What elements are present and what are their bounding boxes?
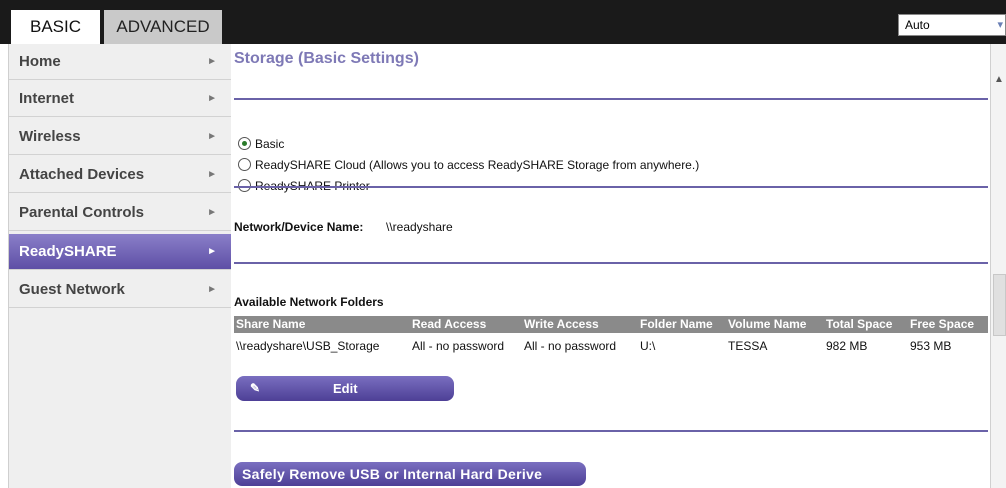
sidebar-item-attached-devices[interactable]: Attached Devices ► <box>9 157 231 193</box>
radio-basic[interactable]: Basic <box>238 136 284 152</box>
table-cell: \\readyshare\USB_Storage <box>236 339 380 353</box>
sidebar-item-label: Internet <box>19 90 75 107</box>
sidebar-item-guest-network[interactable]: Guest Network ► <box>9 272 231 308</box>
chevron-right-icon: ► <box>207 131 217 142</box>
radio-label: ReadySHARE Cloud (Allows you to access R… <box>255 158 700 172</box>
table-cell: 982 MB <box>826 339 868 353</box>
column-header: Write Access <box>524 317 599 331</box>
table-cell: TESSA <box>728 339 768 353</box>
divider <box>234 430 988 432</box>
sidebar: Home ► Internet ► Wireless ► Attached De… <box>8 44 231 488</box>
table-cell: All - no password <box>412 339 505 353</box>
sidebar-item-label: Parental Controls <box>19 204 145 221</box>
chevron-right-icon: ► <box>207 246 217 257</box>
edit-button[interactable]: ✎ Edit <box>236 376 454 401</box>
scrollbar[interactable]: ▲ <box>990 44 1006 488</box>
sidebar-item-label: ReadySHARE <box>19 243 117 260</box>
sidebar-item-label: Attached Devices <box>19 166 145 183</box>
chevron-right-icon: ► <box>207 93 217 104</box>
tab-advanced[interactable]: ADVANCED <box>104 10 222 44</box>
chevron-up-icon[interactable]: ▲ <box>994 74 1004 85</box>
table-cell: U:\ <box>640 339 656 353</box>
table-cell: All - no password <box>524 339 617 353</box>
divider <box>234 262 988 264</box>
column-header: Free Space <box>910 317 975 331</box>
table-cell: 953 MB <box>910 339 952 353</box>
column-header: Folder Name <box>640 317 713 331</box>
tab-basic[interactable]: BASIC <box>11 10 100 44</box>
language-select[interactable]: Auto ▾ <box>898 14 1006 36</box>
main-content: Storage (Basic Settings) Basic ReadySHAR… <box>230 44 990 488</box>
device-name-label: Network/Device Name: <box>234 220 364 234</box>
chevron-right-icon: ► <box>207 284 217 295</box>
column-header: Read Access <box>412 317 487 331</box>
language-value: Auto <box>905 18 930 32</box>
safely-remove-button[interactable]: Safely Remove USB or Internal Hard Deriv… <box>234 462 586 486</box>
sidebar-item-parental-controls[interactable]: Parental Controls ► <box>9 195 231 231</box>
page-title: Storage (Basic Settings) <box>234 50 419 67</box>
radio-readyshare-cloud[interactable]: ReadySHARE Cloud (Allows you to access R… <box>238 157 699 173</box>
device-name-value: \\readyshare <box>386 220 453 234</box>
radio-unselected-icon <box>238 158 251 172</box>
radio-selected-icon <box>238 137 251 151</box>
chevron-right-icon: ► <box>207 207 217 218</box>
sidebar-item-wireless[interactable]: Wireless ► <box>9 119 231 155</box>
column-header: Total Space <box>826 317 893 331</box>
divider <box>234 186 988 188</box>
column-header: Share Name <box>236 317 306 331</box>
divider <box>234 98 988 100</box>
sidebar-item-label: Guest Network <box>19 281 125 298</box>
sidebar-item-label: Wireless <box>19 128 81 145</box>
column-header: Volume Name <box>728 317 807 331</box>
folders-heading: Available Network Folders <box>234 295 384 309</box>
chevron-right-icon: ► <box>207 56 217 67</box>
sidebar-item-home[interactable]: Home ► <box>9 44 231 80</box>
chevron-right-icon: ► <box>207 169 217 180</box>
sidebar-item-label: Home <box>19 53 61 70</box>
edit-button-label: Edit <box>333 381 358 396</box>
radio-label: Basic <box>255 137 285 151</box>
top-bar: BASIC ADVANCED Auto ▾ <box>0 0 1006 44</box>
sidebar-item-internet[interactable]: Internet ► <box>9 81 231 117</box>
scrollbar-thumb[interactable] <box>993 274 1006 336</box>
table-header: Share Name Read Access Write Access Fold… <box>234 316 988 333</box>
chevron-down-icon: ▾ <box>997 19 1003 31</box>
sidebar-item-readyshare[interactable]: ReadySHARE ► <box>9 234 231 270</box>
pencil-icon: ✎ <box>250 381 261 395</box>
